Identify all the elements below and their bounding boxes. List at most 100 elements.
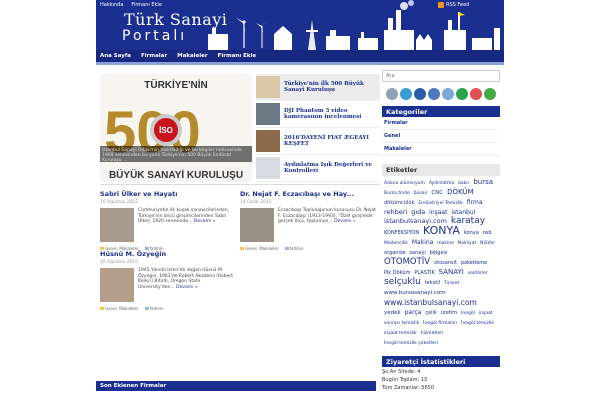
nav-item-home[interactable]: Ana Sayfa xyxy=(100,53,131,59)
tag-link[interactable]: Aydınlatma xyxy=(429,181,454,186)
tag-link[interactable]: makine xyxy=(437,241,454,246)
tag-link[interactable]: sanayi xyxy=(409,250,425,256)
tag-link[interactable]: bakır xyxy=(458,181,469,186)
social-icon-1[interactable] xyxy=(400,88,412,100)
post-image[interactable] xyxy=(100,208,134,242)
tag-link[interactable]: İnegöl temizlik şirketleri xyxy=(384,341,438,346)
tag-link[interactable]: OTOMOTİV xyxy=(384,257,430,267)
tag-link[interactable]: PLASTİK xyxy=(414,270,434,276)
tag-link[interactable]: bursa xyxy=(473,178,493,186)
social-icon-7[interactable] xyxy=(484,88,496,100)
tag-link[interactable]: DÖKÜM xyxy=(447,188,473,196)
social-icon-5[interactable] xyxy=(456,88,468,100)
tag-link[interactable]: rehberi xyxy=(384,208,407,216)
post-author[interactable]: fadmin xyxy=(144,306,164,311)
tag-link[interactable]: Ticaret xyxy=(444,281,459,286)
tag-link[interactable]: dökümcülük xyxy=(384,200,414,206)
tag-link[interactable]: KONYA xyxy=(423,224,460,237)
tag-link[interactable]: Bursa tinde xyxy=(384,191,410,196)
tag-link[interactable]: istanbul xyxy=(451,209,475,216)
tag-link[interactable]: www.bursasanayi.com xyxy=(384,290,446,296)
post-title[interactable]: Hüsnü M. Özyeğin xyxy=(100,250,236,258)
post-excerpt: 1945 Yılında İzmir'de doğan Hüsnü M. Özy… xyxy=(138,268,233,290)
tag-link[interactable]: Pik Döküm xyxy=(384,270,410,276)
tag-link[interactable]: organize xyxy=(384,250,406,256)
tag-link[interactable]: sonrası temizlik xyxy=(384,321,419,326)
thumb-item[interactable]: Aydınlatma Işık Değerleri ve Kontrolleri xyxy=(256,155,380,182)
folder-icon xyxy=(100,307,104,310)
sidebar: Ara Kategoriler Firmalar Genel Makaleler… xyxy=(382,70,500,391)
category-item-general[interactable]: Genel xyxy=(382,130,500,143)
social-icon-2[interactable] xyxy=(414,88,426,100)
tag-link[interactable]: sektörler xyxy=(468,271,488,276)
post-title[interactable]: Sabri Ülker ve Hayatı xyxy=(100,190,236,198)
tag-link[interactable]: Endüstriyel Temizlik xyxy=(418,201,463,206)
tag-link[interactable]: www.istanbulsanayi.com xyxy=(384,298,477,307)
slider-image-title: TÜRKİYE'NİN xyxy=(144,78,208,91)
tag-link[interactable]: firma xyxy=(467,199,483,206)
tag-link[interactable]: İnegöl firmaları xyxy=(423,321,457,326)
social-icon-3[interactable] xyxy=(428,88,440,100)
tag-link[interactable]: Nilüfer xyxy=(480,241,495,246)
tag-link[interactable]: Adana alüminyum xyxy=(384,181,425,186)
search-input[interactable]: Ara xyxy=(382,70,500,82)
tag-link[interactable]: osb xyxy=(483,230,492,236)
tag-link[interactable]: büsan xyxy=(414,191,428,196)
tag-link[interactable]: inşaat temizlik xyxy=(384,331,417,336)
rss-feed-label: RSS Feed xyxy=(446,2,470,8)
post-excerpt: Eczacıbaşı Topluluğunun kurucusu Dr. Nej… xyxy=(278,208,376,224)
tag-link[interactable]: yedek xyxy=(384,310,401,316)
post-categories[interactable]: Genel, Makaleler xyxy=(240,246,279,251)
tag-link[interactable]: üretim xyxy=(441,310,457,316)
tag-link[interactable]: SANAYİ xyxy=(439,268,464,276)
category-item-articles[interactable]: Makaleler xyxy=(382,143,500,156)
nav-item-companies[interactable]: Firmalar xyxy=(141,53,167,59)
post-title[interactable]: Dr. Nejat F. Eczacıbaşı ve Hay... xyxy=(240,190,376,198)
social-icon-0[interactable] xyxy=(386,88,398,100)
read-more-link[interactable]: Devamı » xyxy=(176,285,197,290)
tag-link[interactable]: konya xyxy=(464,230,479,236)
social-icon-6[interactable] xyxy=(470,88,482,100)
content-divider xyxy=(100,184,380,185)
post-author[interactable]: fadmin xyxy=(284,246,304,251)
featured-slider[interactable]: TÜRKİYE'NİN 500 İSO BÜYÜK SANAYİ KURULUŞ… xyxy=(100,74,252,182)
tag-link[interactable]: KONFEKSİYON xyxy=(384,230,419,236)
post-image[interactable] xyxy=(240,208,274,242)
site-logo-line2[interactable]: Portalı xyxy=(122,28,187,44)
thumb-title: DJI Phantom 3 video kamerasının incelenm… xyxy=(284,108,362,120)
tag-link[interactable]: CNC xyxy=(431,190,443,196)
rss-feed-link[interactable]: RSS Feed xyxy=(438,2,469,8)
tag-link[interactable]: hizmetleri xyxy=(421,331,444,336)
read-more-link[interactable]: Devamı » xyxy=(334,219,355,224)
category-item-companies[interactable]: Firmalar xyxy=(382,117,500,130)
top-link-about[interactable]: Hakkında xyxy=(100,2,123,8)
tag-link[interactable]: inşaat xyxy=(479,311,493,316)
read-more-link[interactable]: Devamı » xyxy=(194,219,215,224)
tag-link[interactable]: tekstil xyxy=(425,280,440,286)
tag-link[interactable]: paketleme xyxy=(461,260,487,266)
visitor-stats-title: Ziyaretçi İstatistikleri xyxy=(382,356,500,367)
thumb-item[interactable]: Türkiye'nin ilk 500 Büyük Sanayi Kuruluş… xyxy=(256,74,380,101)
nav-item-articles[interactable]: Makaleler xyxy=(177,53,208,59)
tag-link[interactable]: Makina xyxy=(412,239,433,246)
thumb-image xyxy=(256,76,280,98)
tag-link[interactable]: bölgesi xyxy=(430,250,448,256)
tag-link[interactable]: Nakliyat xyxy=(458,241,476,246)
post-image[interactable] xyxy=(100,268,134,302)
tag-link[interactable]: inşaat xyxy=(429,209,447,216)
tag-link[interactable]: İnegöl xyxy=(461,311,475,316)
social-icon-4[interactable] xyxy=(442,88,454,100)
nav-item-add-company[interactable]: Firmanı Ekle xyxy=(218,53,257,59)
post-categories[interactable]: Genel, Makaleler xyxy=(100,306,139,311)
tag-link[interactable]: İnegöl temizlik xyxy=(461,321,494,326)
thumb-item[interactable]: 2016'DAYENİ FIAT ÆGEAYI KEŞFET xyxy=(256,128,380,155)
tag-link[interactable]: çelik xyxy=(425,310,437,316)
post-meta: Genel, Makaleler fadmin xyxy=(240,246,376,251)
tag-link[interactable]: parça xyxy=(405,309,422,316)
tag-link[interactable]: gıda xyxy=(411,208,425,216)
tag-link[interactable]: otosansit xyxy=(434,260,457,266)
tag-link[interactable]: selçuklu xyxy=(384,277,421,287)
top-link-add-company[interactable]: Firmanı Ekle xyxy=(131,2,161,8)
thumb-item[interactable]: DJI Phantom 3 video kamerasının incelenm… xyxy=(256,101,380,128)
tag-link[interactable]: Madencilik xyxy=(384,241,408,246)
